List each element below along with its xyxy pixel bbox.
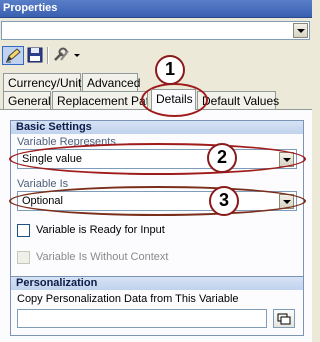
personalization-group: Personalization Copy Personalization Dat…	[10, 276, 304, 336]
ready-for-input-row[interactable]: Variable is Ready for Input	[17, 224, 217, 238]
pencil-icon	[6, 48, 21, 63]
tab-strip: Currency/Unit Advanced General Replaceme…	[0, 72, 312, 112]
without-context-row: Variable Is Without Context	[17, 251, 217, 265]
callout-ring-2	[9, 143, 306, 175]
copy-personalization-label: Copy Personalization Data from This Vari…	[17, 293, 239, 305]
callout-1: 1	[155, 55, 185, 85]
browse-variable-button[interactable]	[273, 309, 295, 328]
tools-menu-button[interactable]	[52, 46, 82, 65]
title-bar: Properties	[0, 0, 312, 18]
save-icon	[27, 47, 43, 63]
tab-general[interactable]: General	[3, 91, 51, 109]
tab-currency-unit[interactable]: Currency/Unit	[3, 73, 81, 91]
ready-for-input-label: Variable is Ready for Input	[36, 224, 165, 236]
basic-settings-heading: Basic Settings	[11, 121, 303, 134]
personalization-heading: Personalization	[11, 277, 303, 290]
chevron-down-icon[interactable]	[293, 23, 308, 38]
tab-details[interactable]: Details	[151, 89, 196, 110]
browse-icon	[277, 313, 291, 325]
edit-button[interactable]	[2, 46, 24, 65]
without-context-label: Variable Is Without Context	[36, 251, 169, 263]
variable-is-label: Variable Is	[17, 178, 69, 190]
tools-icon	[54, 47, 80, 61]
ready-for-input-checkbox[interactable]	[17, 224, 30, 237]
without-context-checkbox	[17, 251, 30, 264]
toolbar-separator	[47, 47, 49, 64]
copy-personalization-input[interactable]	[17, 309, 267, 328]
callout-2: 2	[207, 143, 237, 173]
object-selector[interactable]	[1, 21, 310, 40]
tab-default-values[interactable]: Default Values	[197, 91, 279, 109]
callout-3: 3	[209, 186, 239, 216]
window-title: Properties	[3, 2, 58, 14]
save-button[interactable]	[26, 46, 44, 65]
callout-ring-3	[9, 186, 306, 216]
tab-replacement-path[interactable]: Replacement Path	[52, 91, 148, 109]
tab-advanced[interactable]: Advanced	[82, 73, 140, 91]
